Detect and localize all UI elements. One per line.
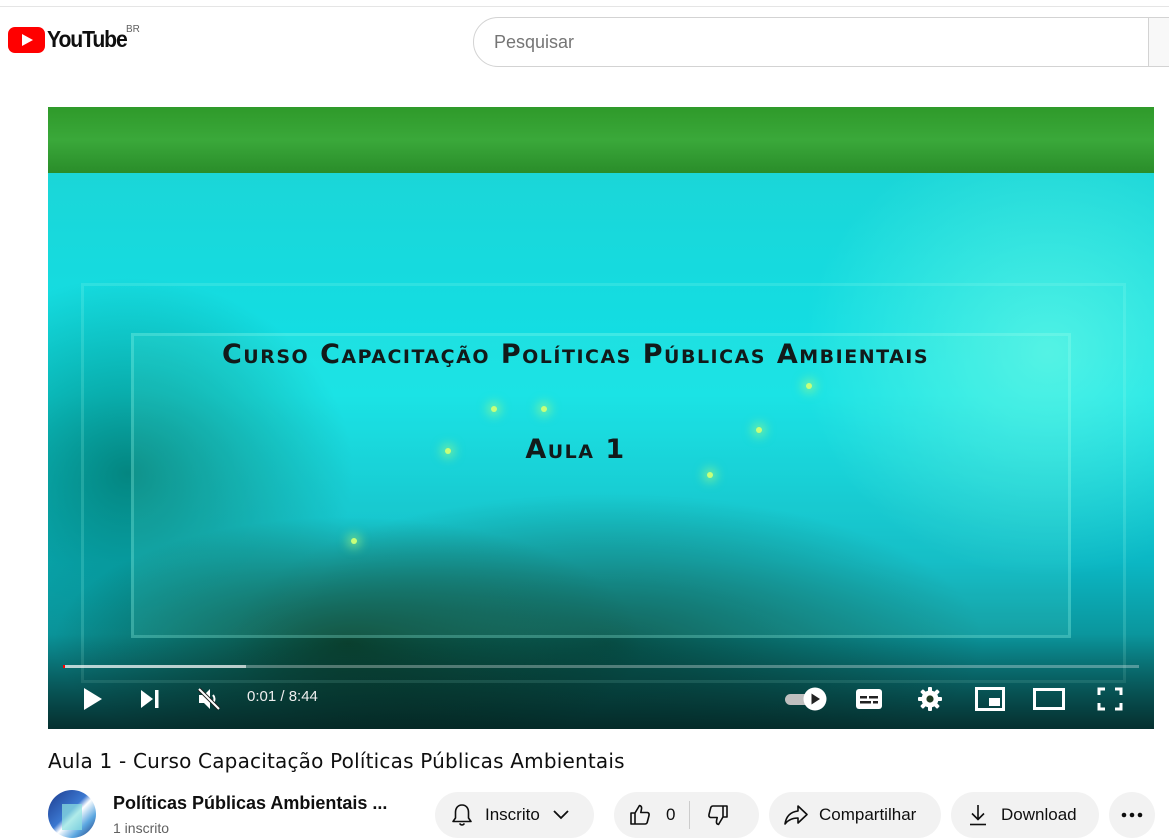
thumbs-down-icon bbox=[708, 805, 729, 826]
download-label: Download bbox=[1001, 805, 1077, 824]
next-button[interactable] bbox=[134, 680, 166, 718]
sparkle bbox=[491, 406, 497, 412]
settings-gear-icon bbox=[918, 687, 942, 711]
dislike-button[interactable] bbox=[690, 792, 730, 838]
like-count: 0 bbox=[666, 805, 676, 824]
top-border bbox=[0, 6, 1169, 7]
decor-frame-inner bbox=[131, 333, 1071, 638]
search-button[interactable] bbox=[1149, 17, 1169, 67]
more-actions-button[interactable] bbox=[1109, 792, 1155, 838]
play-icon bbox=[84, 688, 102, 710]
mute-button[interactable] bbox=[192, 680, 226, 718]
fullscreen-button[interactable] bbox=[1094, 680, 1126, 718]
subscribed-button[interactable]: Inscrito bbox=[435, 792, 594, 838]
youtube-logo-icon bbox=[8, 26, 45, 53]
next-icon bbox=[141, 690, 159, 708]
theater-mode-button[interactable] bbox=[1031, 680, 1067, 718]
like-button[interactable]: 0 bbox=[614, 792, 675, 838]
miniplayer-button[interactable] bbox=[973, 680, 1007, 718]
miniplayer-icon bbox=[975, 687, 1005, 711]
time-display: 0:01 / 8:44 bbox=[247, 688, 318, 705]
sparkle bbox=[806, 383, 812, 389]
video-overlay-title: Curso Capacitação Políticas Públicas Amb… bbox=[221, 339, 930, 370]
video-title: Aula 1 - Curso Capacitação Políticas Púb… bbox=[48, 749, 625, 773]
theater-mode-icon bbox=[1033, 688, 1065, 710]
channel-avatar[interactable] bbox=[48, 790, 96, 838]
fullscreen-icon bbox=[1097, 687, 1123, 711]
settings-button[interactable] bbox=[914, 680, 946, 718]
bell-icon bbox=[452, 804, 472, 826]
sparkle bbox=[351, 538, 357, 544]
video-overlay-subtitle: Aula 1 bbox=[525, 434, 626, 465]
more-dots-icon bbox=[1121, 812, 1143, 818]
progress-buffer bbox=[63, 665, 246, 668]
autoplay-toggle-icon bbox=[785, 687, 827, 711]
subtitles-button[interactable] bbox=[852, 680, 886, 718]
progress-played bbox=[63, 665, 66, 668]
region-code: BR bbox=[126, 24, 140, 35]
sparkle bbox=[541, 406, 547, 412]
logo-text: YouTube bbox=[47, 26, 128, 52]
share-arrow-icon bbox=[784, 805, 808, 825]
search-input[interactable] bbox=[494, 31, 1134, 53]
sparkle bbox=[707, 472, 713, 478]
search-box[interactable] bbox=[473, 17, 1169, 67]
subscriber-count: 1 inscrito bbox=[113, 820, 170, 836]
video-player[interactable]: Curso Capacitação Políticas Públicas Amb… bbox=[48, 107, 1154, 729]
autoplay-toggle[interactable] bbox=[782, 680, 830, 718]
download-icon bbox=[970, 805, 986, 826]
progress-bar[interactable] bbox=[63, 665, 1139, 668]
play-button[interactable] bbox=[76, 680, 108, 718]
subtitles-icon bbox=[856, 689, 882, 709]
share-button[interactable]: Compartilhar bbox=[769, 792, 941, 838]
thumbs-up-icon bbox=[630, 804, 650, 825]
subscribed-label: Inscrito bbox=[485, 805, 540, 824]
sparkle bbox=[756, 427, 762, 433]
youtube-logo[interactable]: YouTube bbox=[8, 26, 134, 53]
share-label: Compartilhar bbox=[819, 805, 917, 824]
download-button[interactable]: Download bbox=[951, 792, 1099, 838]
channel-name[interactable]: Políticas Públicas Ambientais ... bbox=[113, 793, 387, 814]
video-frame-top-band bbox=[48, 107, 1154, 173]
chevron-down-icon bbox=[553, 810, 569, 820]
muted-volume-icon bbox=[197, 687, 221, 711]
like-dislike-group: 0 bbox=[614, 792, 759, 838]
